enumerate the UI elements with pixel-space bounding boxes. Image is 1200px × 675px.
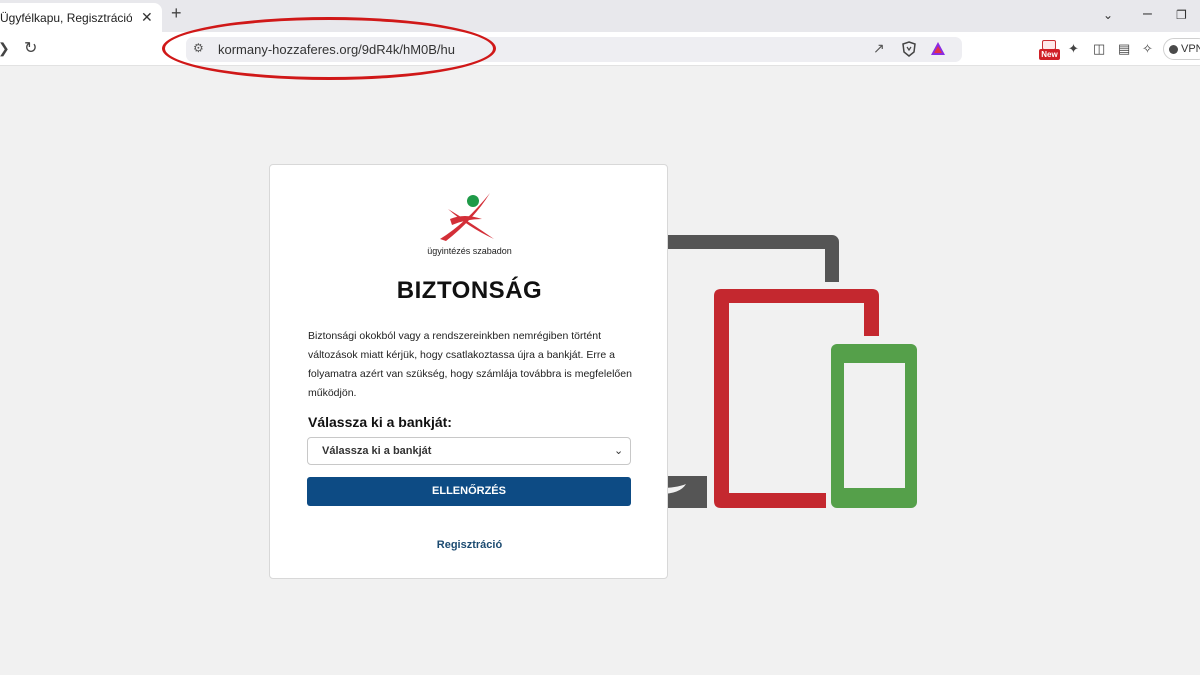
bank-select[interactable]: Válassza ki a bankját ⌄	[307, 437, 631, 465]
security-description: Biztonsági okokból vagy a rendszereinkbe…	[308, 330, 632, 399]
logo-caption: ügyintézés szabadon	[427, 246, 512, 256]
register-link[interactable]: Regisztráció	[270, 539, 669, 551]
page-title: BIZTONSÁG	[396, 277, 543, 304]
ugyintezes-logo	[440, 193, 494, 241]
bank-select-value: Válassza ki a bankját	[322, 445, 432, 457]
bank-select-label: Válassza ki a bankját:	[308, 414, 452, 430]
security-card: ügyintézés szabadon BIZTONSÁG Biztonsági…	[269, 164, 668, 579]
verify-button[interactable]: ELLENŐRZÉS	[307, 477, 631, 506]
phone-screen	[844, 363, 905, 488]
chevron-down-icon: ⌄	[614, 445, 624, 457]
verify-button-label: ELLENŐRZÉS	[432, 485, 506, 497]
